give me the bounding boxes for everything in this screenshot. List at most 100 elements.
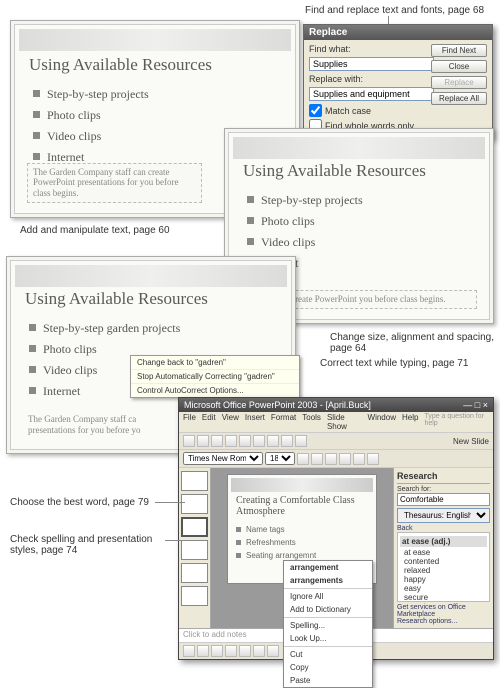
bullet-item[interactable]: Name tags bbox=[236, 525, 316, 534]
autocorrect-item[interactable]: Stop Automatically Correcting "gadren" bbox=[131, 370, 299, 384]
replace-with-input[interactable] bbox=[309, 87, 434, 101]
replace-with-label: Replace with: bbox=[309, 74, 367, 84]
slide-thumb[interactable] bbox=[181, 471, 208, 491]
callout-correct-text: Correct text while typing, page 71 bbox=[320, 358, 468, 369]
mini-slide-bullets[interactable]: Name tags Refreshments Seating arrangemn… bbox=[236, 525, 316, 564]
new-slide-button[interactable]: New Slide bbox=[453, 437, 489, 446]
result-item[interactable]: contented bbox=[400, 557, 487, 566]
spelling-item[interactable]: Spelling... bbox=[284, 619, 372, 632]
find-what-label: Find what: bbox=[309, 44, 367, 54]
slide-thumb[interactable] bbox=[181, 586, 208, 606]
oval-icon[interactable] bbox=[253, 645, 265, 657]
italic-icon[interactable] bbox=[311, 453, 323, 465]
ask-box[interactable]: Type a question for help bbox=[424, 413, 489, 431]
autoshapes-icon[interactable] bbox=[197, 645, 209, 657]
callout-add-text: Add and manipulate text, page 60 bbox=[20, 225, 170, 236]
slide-editor[interactable]: Creating a Comfortable Class Atmosphere … bbox=[211, 468, 393, 628]
dialog-titlebar[interactable]: Replace bbox=[304, 25, 492, 40]
autocorrect-menu[interactable]: Change back to "gadren" Stop Automatical… bbox=[130, 355, 300, 398]
spelling-context-menu[interactable]: arrangement arrangements Ignore All Add … bbox=[283, 560, 373, 688]
bullets-icon[interactable] bbox=[367, 453, 379, 465]
slide-title: Using Available Resources bbox=[243, 161, 426, 181]
callout-line bbox=[165, 540, 185, 541]
new-icon[interactable] bbox=[183, 435, 195, 447]
result-item[interactable]: easy bbox=[400, 584, 487, 593]
callout-change-size: Change size, alignment and spacing, page… bbox=[330, 332, 500, 354]
lookup-item[interactable]: Look Up... bbox=[284, 632, 372, 645]
align-left-icon[interactable] bbox=[339, 453, 351, 465]
result-item[interactable]: happy bbox=[400, 575, 487, 584]
menubar[interactable]: File Edit View Insert Format Tools Slide… bbox=[179, 412, 493, 433]
redo-icon[interactable] bbox=[295, 435, 307, 447]
bullet-item: Photo clips bbox=[33, 108, 149, 123]
underline-icon[interactable] bbox=[325, 453, 337, 465]
menu-file[interactable]: File bbox=[183, 413, 196, 431]
bullet-item[interactable]: Refreshments bbox=[236, 538, 316, 547]
font-size-selector[interactable]: 18 bbox=[265, 452, 295, 465]
spell-suggestion[interactable]: arrangement bbox=[284, 561, 372, 574]
find-what-input[interactable] bbox=[309, 57, 434, 71]
bullet-item: Photo clips bbox=[247, 214, 363, 229]
mini-slide-title[interactable]: Creating a Comfortable Class Atmosphere bbox=[236, 495, 376, 517]
textbox-icon[interactable] bbox=[267, 645, 279, 657]
menu-help[interactable]: Help bbox=[402, 413, 418, 431]
cut-item[interactable]: Cut bbox=[284, 648, 372, 661]
menu-insert[interactable]: Insert bbox=[245, 413, 265, 431]
slide-thumb[interactable] bbox=[181, 563, 208, 583]
add-to-dictionary[interactable]: Add to Dictionary bbox=[284, 603, 372, 616]
marketplace-link[interactable]: Get services on Office Marketplace bbox=[397, 604, 490, 618]
result-group[interactable]: at ease (adj.) bbox=[400, 536, 487, 547]
replace-all-button[interactable]: Replace All bbox=[431, 92, 487, 105]
copy-item[interactable]: Copy bbox=[284, 661, 372, 674]
standard-toolbar[interactable]: New Slide bbox=[179, 433, 493, 450]
undo-icon[interactable] bbox=[281, 435, 293, 447]
menu-slideshow[interactable]: Slide Show bbox=[327, 413, 362, 431]
result-item[interactable]: at ease bbox=[400, 548, 487, 557]
find-next-button[interactable]: Find Next bbox=[431, 44, 487, 57]
arrow-icon[interactable] bbox=[225, 645, 237, 657]
spell-suggestion[interactable]: arrangements bbox=[284, 574, 372, 587]
slide-thumb[interactable] bbox=[181, 517, 208, 537]
slide-thumb[interactable] bbox=[181, 540, 208, 560]
menu-tools[interactable]: Tools bbox=[302, 413, 321, 431]
paste-item[interactable]: Paste bbox=[284, 674, 372, 687]
window-controls[interactable]: — □ × bbox=[463, 400, 488, 410]
menu-edit[interactable]: Edit bbox=[202, 413, 216, 431]
search-for-label: Search for: bbox=[397, 486, 490, 493]
draw-icon[interactable] bbox=[183, 645, 195, 657]
menu-format[interactable]: Format bbox=[271, 413, 296, 431]
result-item[interactable]: secure bbox=[400, 593, 487, 602]
match-case-checkbox[interactable] bbox=[309, 104, 322, 117]
cut-icon[interactable] bbox=[239, 435, 251, 447]
bullet-item[interactable]: Seating arrangemnt bbox=[236, 551, 316, 560]
close-button[interactable]: Close bbox=[431, 60, 487, 73]
ignore-all[interactable]: Ignore All bbox=[284, 590, 372, 603]
source-select[interactable]: Thesaurus: English (U.S.) bbox=[397, 508, 490, 523]
search-input[interactable] bbox=[397, 493, 490, 506]
back-link[interactable]: Back bbox=[397, 525, 490, 532]
result-item[interactable]: relaxed bbox=[400, 566, 487, 575]
save-icon[interactable] bbox=[211, 435, 223, 447]
bold-icon[interactable] bbox=[297, 453, 309, 465]
rectangle-icon[interactable] bbox=[239, 645, 251, 657]
app-titlebar[interactable]: Microsoft Office PowerPoint 2003 - [Apri… bbox=[179, 398, 493, 412]
bullet-item: Step-by-step projects bbox=[247, 193, 363, 208]
replace-button[interactable]: Replace bbox=[431, 76, 487, 89]
print-icon[interactable] bbox=[225, 435, 237, 447]
menu-view[interactable]: View bbox=[222, 413, 239, 431]
slide-thumb[interactable] bbox=[181, 494, 208, 514]
line-icon[interactable] bbox=[211, 645, 223, 657]
formatting-toolbar[interactable]: Times New Roman 18 bbox=[179, 450, 493, 468]
slide-thumbnail-panel[interactable] bbox=[179, 468, 211, 628]
research-results[interactable]: at ease (adj.) at ease contented relaxed… bbox=[397, 532, 490, 602]
font-selector[interactable]: Times New Roman bbox=[183, 452, 263, 465]
autocorrect-item[interactable]: Control AutoCorrect Options... bbox=[131, 384, 299, 397]
autocorrect-item[interactable]: Change back to "gadren" bbox=[131, 356, 299, 370]
menu-window[interactable]: Window bbox=[368, 413, 396, 431]
open-icon[interactable] bbox=[197, 435, 209, 447]
paste-icon[interactable] bbox=[267, 435, 279, 447]
align-center-icon[interactable] bbox=[353, 453, 365, 465]
research-taskpane[interactable]: Research Search for: Thesaurus: English … bbox=[393, 468, 493, 628]
slide-decoration bbox=[19, 29, 291, 51]
copy-icon[interactable] bbox=[253, 435, 265, 447]
